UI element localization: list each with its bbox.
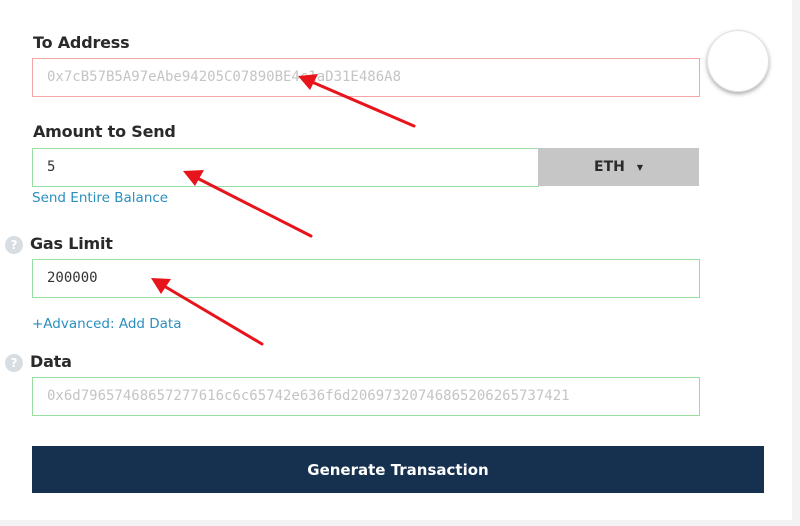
currency-label: ETH bbox=[594, 159, 625, 175]
gas-limit-input[interactable]: 200000 bbox=[32, 259, 700, 298]
chevron-down-icon: ▼ bbox=[636, 162, 643, 172]
send-entire-balance-link[interactable]: Send Entire Balance bbox=[32, 190, 168, 206]
data-input[interactable]: 0x6d79657468657277616c6c65742e636f6d2069… bbox=[32, 377, 700, 416]
data-help-icon[interactable]: ? bbox=[5, 354, 23, 372]
generate-transaction-button[interactable]: Generate Transaction bbox=[32, 446, 764, 493]
to-address-input[interactable]: 0x7cB57B5A97eAbe94205C07890BE4c1aD31E486… bbox=[32, 58, 700, 97]
amount-label: Amount to Send bbox=[33, 122, 176, 141]
to-address-label: To Address bbox=[33, 33, 130, 52]
send-transaction-panel: To Address 0x7cB57B5A97eAbe94205C07890BE… bbox=[0, 0, 792, 520]
address-identicon bbox=[707, 30, 769, 92]
data-placeholder: 0x6d79657468657277616c6c65742e636f6d2069… bbox=[47, 388, 570, 404]
currency-dropdown[interactable]: ETH ▼ bbox=[538, 148, 699, 186]
advanced-add-data-link[interactable]: +Advanced: Add Data bbox=[32, 316, 182, 332]
amount-value: 5 bbox=[47, 159, 56, 175]
gas-limit-label: Gas Limit bbox=[30, 234, 113, 253]
gas-limit-help-icon[interactable]: ? bbox=[5, 236, 23, 254]
data-label: Data bbox=[30, 352, 72, 371]
amount-input[interactable]: 5 bbox=[32, 148, 539, 187]
gas-limit-value: 200000 bbox=[47, 270, 98, 286]
to-address-placeholder: 0x7cB57B5A97eAbe94205C07890BE4c1aD31E486… bbox=[47, 69, 402, 85]
